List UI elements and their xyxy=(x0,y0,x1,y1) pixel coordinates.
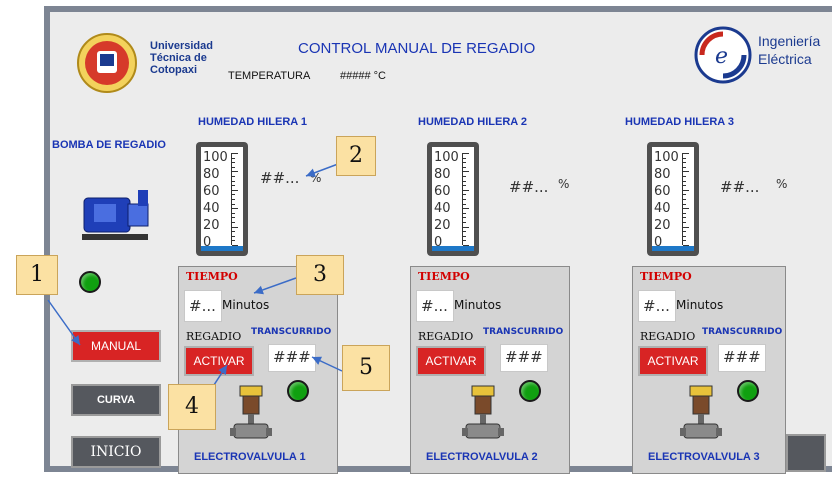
gauge-tick: 40 xyxy=(654,201,671,216)
transcurrido-label-2: TRANSCURRIDO xyxy=(483,327,564,337)
gauge-tick: 0 xyxy=(654,235,663,250)
tiempo-label-3: TIEMPO xyxy=(640,270,692,283)
activar-button-3[interactable]: ACTIVAR xyxy=(638,346,708,376)
time-input-3[interactable]: #... xyxy=(638,290,676,322)
valve-status-led-1 xyxy=(287,380,309,402)
valve-label-1: ELECTROVALVULA 1 xyxy=(194,451,306,463)
humidity-unit-1: % xyxy=(310,171,322,185)
manual-button[interactable]: MANUAL xyxy=(71,330,161,362)
valve-icon xyxy=(230,385,272,439)
gauge-tick: 100 xyxy=(203,150,228,165)
humidity-value-3: ##... xyxy=(720,178,760,196)
time-input-1[interactable]: #... xyxy=(184,290,222,322)
valve-status-led-2 xyxy=(519,380,541,402)
transcurrido-label-3: TRANSCURRIDO xyxy=(702,327,783,337)
gauge-tick: 0 xyxy=(203,235,212,250)
gauge-tick: 20 xyxy=(434,218,451,233)
engineering-name: Ingeniería Eléctrica xyxy=(758,33,821,67)
elapsed-value-2: ### xyxy=(505,348,543,366)
elapsed-display-1: ### xyxy=(268,344,316,372)
gauge-tick: 60 xyxy=(434,184,451,199)
valve-label-2: ELECTROVALVULA 2 xyxy=(426,451,538,463)
humidity-title-1: HUMEDAD HILERA 1 xyxy=(198,116,307,128)
gauge-tick: 100 xyxy=(434,150,459,165)
callout-4: 4 xyxy=(168,384,216,430)
humidity-value-2: ##... xyxy=(509,178,549,196)
callout-5: 5 xyxy=(342,345,390,391)
pump-icon xyxy=(82,190,149,240)
tiempo-label-1: TIEMPO xyxy=(186,270,238,283)
gauge-scale xyxy=(462,153,469,246)
gauge-scale xyxy=(231,153,238,246)
regadio-label-2: REGADIO xyxy=(418,330,474,343)
university-logo xyxy=(77,33,137,93)
tiempo-label-2: TIEMPO xyxy=(418,270,470,283)
svg-text:e: e xyxy=(715,44,728,69)
regadio-label-1: REGADIO xyxy=(186,330,242,343)
university-name: Universidad Técnica de Cotopaxi xyxy=(150,40,213,76)
time-input-value-3: #... xyxy=(643,297,670,315)
curva-button[interactable]: CURVA xyxy=(71,384,161,416)
humidity-gauge-1: 100 80 60 40 20 0 xyxy=(196,142,248,256)
page-title: CONTROL MANUAL DE REGADIO xyxy=(298,40,536,57)
gauge-tick: 40 xyxy=(203,201,220,216)
humidity-value-1: ##... xyxy=(260,169,300,187)
minutes-label-2: Minutos xyxy=(454,298,502,312)
gauge-tick: 20 xyxy=(203,218,220,233)
gauge-tick: 20 xyxy=(654,218,671,233)
activar-button-2[interactable]: ACTIVAR xyxy=(416,346,486,376)
inicio-button[interactable]: INICIO xyxy=(71,436,161,468)
callout-1: 1 xyxy=(16,255,58,295)
minutes-label-1: Minutos xyxy=(222,298,270,312)
gauge-tick: 80 xyxy=(654,167,671,182)
transcurrido-label-1: TRANSCURRIDO xyxy=(251,327,332,337)
pump-label: BOMBA DE REGADIO xyxy=(52,139,166,151)
temperature-value: ##### °C xyxy=(340,70,386,82)
gauge-tick: 60 xyxy=(203,184,220,199)
minutes-label-3: Minutos xyxy=(676,298,724,312)
humidity-title-3: HUMEDAD HILERA 3 xyxy=(625,116,734,128)
gauge-tick: 100 xyxy=(654,150,679,165)
callout-3: 3 xyxy=(296,255,344,295)
gauge-tick: 60 xyxy=(654,184,671,199)
elapsed-value-3: ### xyxy=(723,348,761,366)
pump-status-led xyxy=(79,271,101,293)
gauge-scale xyxy=(682,153,689,246)
valve-status-led-3 xyxy=(737,380,759,402)
time-input-value-2: #... xyxy=(421,297,448,315)
time-input-2[interactable]: #... xyxy=(416,290,454,322)
gauge-tick: 0 xyxy=(434,235,443,250)
time-input-value-1: #... xyxy=(189,297,216,315)
humidity-unit-3: % xyxy=(776,177,788,191)
edge-button[interactable] xyxy=(786,434,826,472)
gauge-tick: 80 xyxy=(434,167,451,182)
humidity-gauge-2: 100 80 60 40 20 0 xyxy=(427,142,479,256)
elapsed-value-1: ### xyxy=(273,348,311,366)
callout-2: 2 xyxy=(336,136,376,176)
temperature-label: TEMPERATURA xyxy=(228,70,311,82)
gauge-tick: 40 xyxy=(434,201,451,216)
valve-icon xyxy=(680,385,722,439)
regadio-label-3: REGADIO xyxy=(640,330,696,343)
humidity-title-2: HUMEDAD HILERA 2 xyxy=(418,116,527,128)
valve-icon xyxy=(462,385,504,439)
elapsed-display-3: ### xyxy=(718,344,766,372)
humidity-gauge-3: 100 80 60 40 20 0 xyxy=(647,142,699,256)
elapsed-display-2: ### xyxy=(500,344,548,372)
engineering-logo: e xyxy=(694,26,752,84)
valve-label-3: ELECTROVALVULA 3 xyxy=(648,451,760,463)
gauge-tick: 80 xyxy=(203,167,220,182)
humidity-unit-2: % xyxy=(558,177,570,191)
activar-button-1[interactable]: ACTIVAR xyxy=(184,346,254,376)
